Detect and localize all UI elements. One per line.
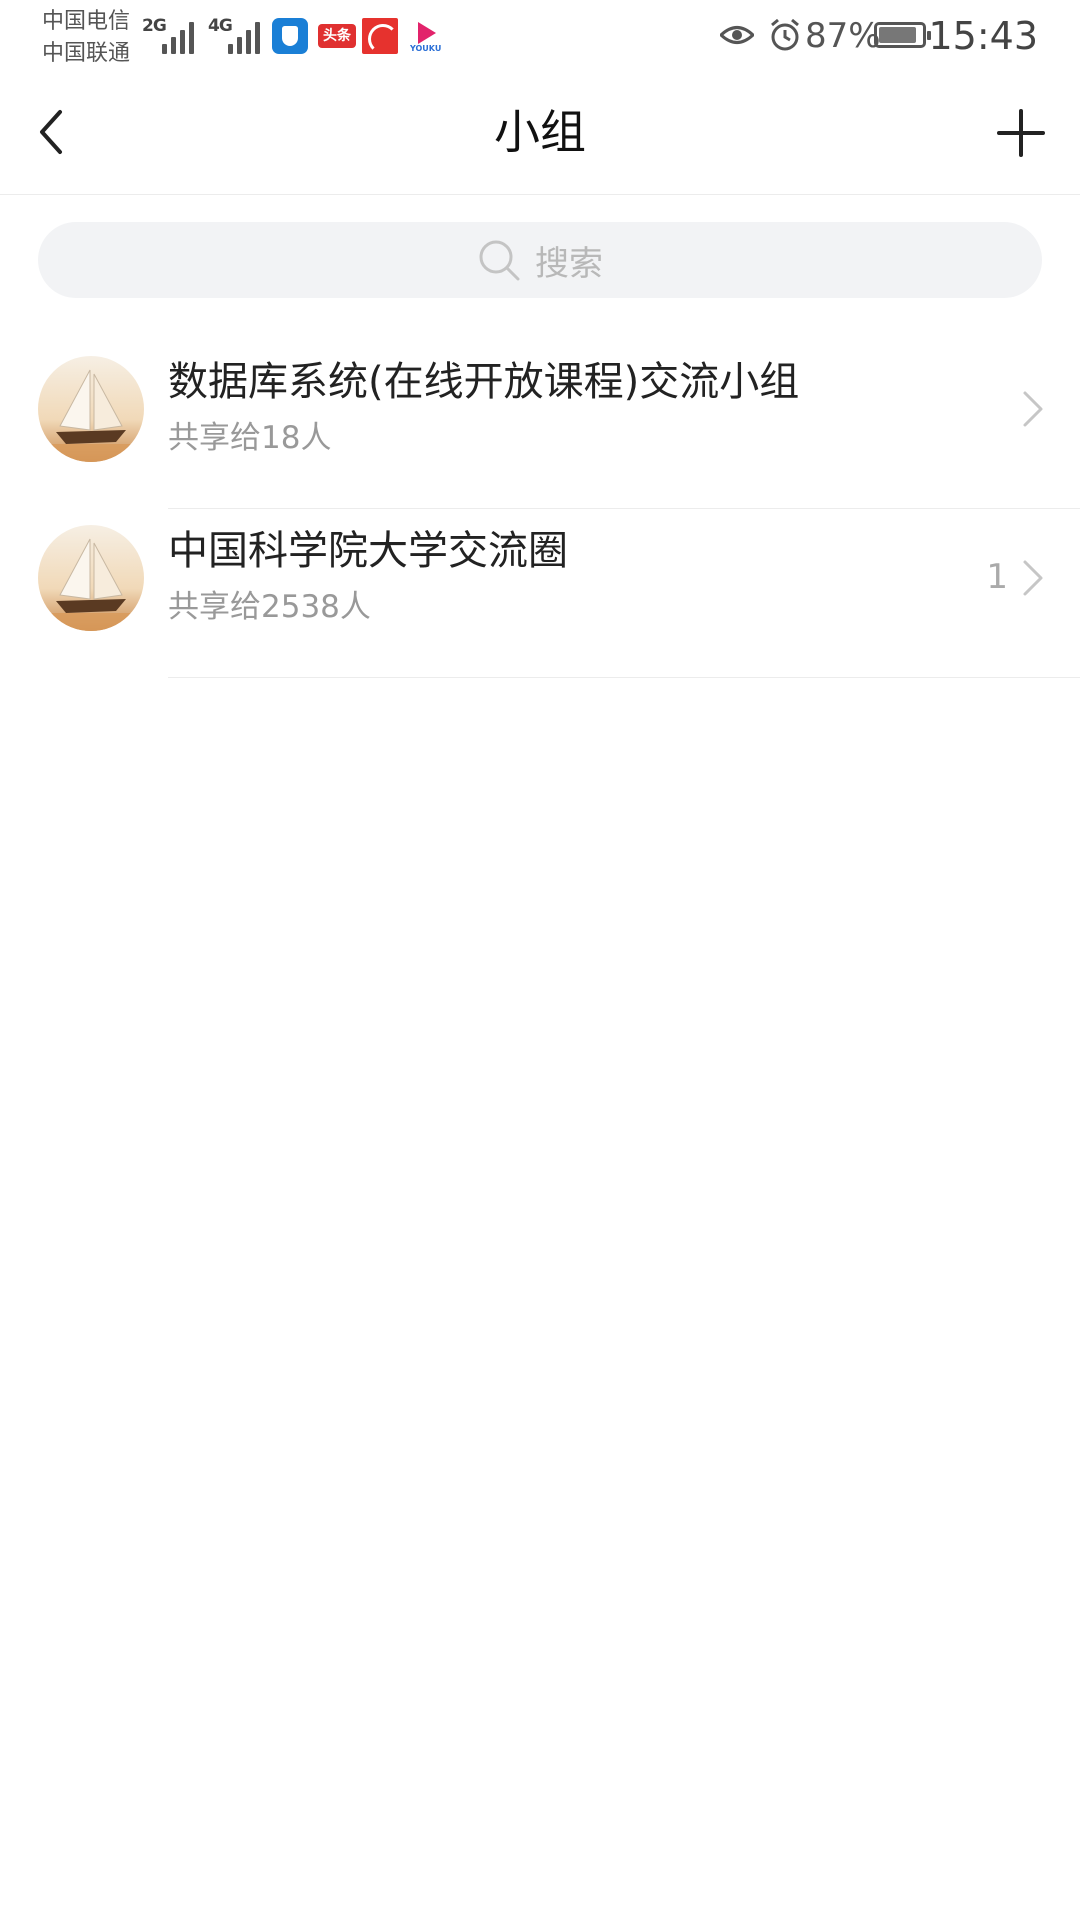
group-name: 中国科学院大学交流圈 (168, 528, 568, 574)
add-group-button[interactable] (986, 98, 1056, 168)
search-icon (479, 240, 520, 281)
search-placeholder: 搜索 (535, 243, 603, 284)
plus-icon (997, 109, 1045, 157)
eye-icon (720, 26, 754, 44)
carrier-2: 中国联通 (42, 41, 131, 66)
clock: 15:43 (928, 14, 1038, 58)
group-list: 数据库系统(在线开放课程)交流小组 共享给18人 中国科学院大学交流圈 共享给2… (0, 340, 1080, 678)
battery-percent: 87% (805, 16, 881, 56)
nav-bar: 小组 (0, 76, 1080, 195)
alarm-icon (771, 18, 799, 51)
page-title: 小组 (494, 105, 586, 159)
avatar (38, 525, 144, 631)
status-bar: 中国电信 中国联通 2G 4G 头条 YOUKU 87% 15:43 (0, 0, 1080, 76)
groups-page: 中国电信 中国联通 2G 4G 头条 YOUKU 87% 15:43 小组 搜索… (0, 0, 1080, 1920)
sailboat-avatar-image (38, 356, 144, 462)
battery-icon (874, 22, 931, 48)
group-shared-count: 共享给2538人 (168, 589, 371, 625)
list-item[interactable]: 数据库系统(在线开放课程)交流小组 共享给18人 (0, 340, 1080, 509)
carrier-info: 中国电信 中国联通 (42, 6, 130, 70)
chevron-right-icon (1023, 560, 1043, 596)
xuexitong-app-icon (362, 18, 398, 54)
youku-app-icon (410, 18, 446, 54)
signal-bars-icon (228, 18, 268, 54)
toutiao-app-icon: 头条 (318, 24, 356, 48)
group-shared-count: 共享给18人 (168, 420, 332, 456)
avatar (38, 356, 144, 462)
divider (168, 677, 1080, 678)
chevron-right-icon (1023, 391, 1043, 427)
signal-bars-icon (162, 18, 202, 54)
search-input[interactable]: 搜索 (38, 222, 1042, 298)
search-inner: 搜索 (38, 222, 1042, 298)
shield-app-icon (272, 18, 308, 54)
unread-badge: 1 (986, 557, 1008, 597)
sailboat-avatar-image (38, 525, 144, 631)
carrier-1: 中国电信 (42, 9, 131, 34)
group-name: 数据库系统(在线开放课程)交流小组 (168, 359, 800, 405)
list-item[interactable]: 中国科学院大学交流圈 共享给2538人 1 (0, 509, 1080, 678)
battery-level (879, 27, 916, 43)
